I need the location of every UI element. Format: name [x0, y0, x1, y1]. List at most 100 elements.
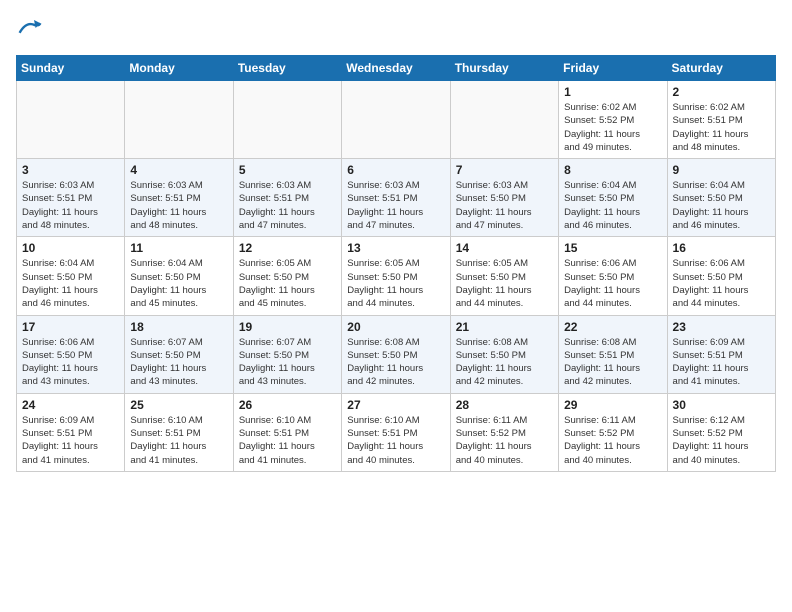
- calendar-cell-1-3: [233, 81, 341, 159]
- day-number: 11: [130, 241, 227, 255]
- calendar-cell-5-1: 24 Sunrise: 6:09 AM Sunset: 5:51 PM Dayli…: [17, 393, 125, 471]
- calendar-cell-4-2: 18 Sunrise: 6:07 AM Sunset: 5:50 PM Dayli…: [125, 315, 233, 393]
- day-number: 1: [564, 85, 661, 99]
- calendar-cell-5-7: 30 Sunrise: 6:12 AM Sunset: 5:52 PM Dayli…: [667, 393, 775, 471]
- calendar-cell-1-6: 1 Sunrise: 6:02 AM Sunset: 5:52 PM Daylig…: [559, 81, 667, 159]
- day-number: 24: [22, 398, 119, 412]
- day-number: 5: [239, 163, 336, 177]
- calendar-cell-1-5: [450, 81, 558, 159]
- day-info: Sunrise: 6:08 AM Sunset: 5:50 PM Dayligh…: [456, 336, 553, 389]
- day-number: 2: [673, 85, 770, 99]
- calendar-cell-2-5: 7 Sunrise: 6:03 AM Sunset: 5:50 PM Daylig…: [450, 159, 558, 237]
- day-info: Sunrise: 6:03 AM Sunset: 5:51 PM Dayligh…: [22, 179, 119, 232]
- calendar-cell-2-7: 9Sunrise: 6:04 AM Sunset: 5:50 PM Daylig…: [667, 159, 775, 237]
- day-info: Sunrise: 6:03 AM Sunset: 5:50 PM Dayligh…: [456, 179, 553, 232]
- weekday-header-wednesday: Wednesday: [342, 56, 450, 81]
- weekday-header-monday: Monday: [125, 56, 233, 81]
- day-number: 17: [22, 320, 119, 334]
- calendar-cell-1-4: [342, 81, 450, 159]
- day-info: Sunrise: 6:07 AM Sunset: 5:50 PM Dayligh…: [130, 336, 227, 389]
- calendar-table: SundayMondayTuesdayWednesdayThursdayFrid…: [16, 55, 776, 472]
- calendar-week-row-5: 24 Sunrise: 6:09 AM Sunset: 5:51 PM Dayli…: [17, 393, 776, 471]
- calendar-cell-5-5: 28Sunrise: 6:11 AM Sunset: 5:52 PM Dayli…: [450, 393, 558, 471]
- day-number: 29: [564, 398, 661, 412]
- day-number: 22: [564, 320, 661, 334]
- day-number: 7: [456, 163, 553, 177]
- day-number: 9: [673, 163, 770, 177]
- calendar-cell-3-4: 13 Sunrise: 6:05 AM Sunset: 5:50 PM Dayli…: [342, 237, 450, 315]
- weekday-header-sunday: Sunday: [17, 56, 125, 81]
- calendar-week-row-2: 3 Sunrise: 6:03 AM Sunset: 5:51 PM Daylig…: [17, 159, 776, 237]
- day-info: Sunrise: 6:11 AM Sunset: 5:52 PM Dayligh…: [564, 414, 661, 467]
- day-info: Sunrise: 6:09 AM Sunset: 5:51 PM Dayligh…: [22, 414, 119, 467]
- day-number: 10: [22, 241, 119, 255]
- day-info: Sunrise: 6:07 AM Sunset: 5:50 PM Dayligh…: [239, 336, 336, 389]
- day-number: 3: [22, 163, 119, 177]
- calendar-week-row-3: 10 Sunrise: 6:04 AM Sunset: 5:50 PM Dayli…: [17, 237, 776, 315]
- calendar-cell-5-6: 29 Sunrise: 6:11 AM Sunset: 5:52 PM Dayli…: [559, 393, 667, 471]
- calendar-week-row-4: 17 Sunrise: 6:06 AM Sunset: 5:50 PM Dayli…: [17, 315, 776, 393]
- calendar-cell-3-7: 16 Sunrise: 6:06 AM Sunset: 5:50 PM Dayli…: [667, 237, 775, 315]
- day-number: 21: [456, 320, 553, 334]
- calendar-cell-3-6: 15 Sunrise: 6:06 AM Sunset: 5:50 PM Dayli…: [559, 237, 667, 315]
- calendar-cell-2-2: 4 Sunrise: 6:03 AM Sunset: 5:51 PM Daylig…: [125, 159, 233, 237]
- weekday-header-thursday: Thursday: [450, 56, 558, 81]
- day-number: 13: [347, 241, 444, 255]
- day-info: Sunrise: 6:02 AM Sunset: 5:51 PM Dayligh…: [673, 101, 770, 154]
- day-number: 19: [239, 320, 336, 334]
- calendar-cell-1-1: [17, 81, 125, 159]
- calendar-cell-5-2: 25 Sunrise: 6:10 AM Sunset: 5:51 PM Dayli…: [125, 393, 233, 471]
- day-number: 26: [239, 398, 336, 412]
- day-info: Sunrise: 6:03 AM Sunset: 5:51 PM Dayligh…: [130, 179, 227, 232]
- logo: [16, 16, 42, 45]
- day-number: 16: [673, 241, 770, 255]
- weekday-header-saturday: Saturday: [667, 56, 775, 81]
- day-number: 20: [347, 320, 444, 334]
- calendar-cell-4-6: 22 Sunrise: 6:08 AM Sunset: 5:51 PM Dayli…: [559, 315, 667, 393]
- header: [16, 16, 776, 45]
- calendar-cell-2-3: 5 Sunrise: 6:03 AM Sunset: 5:51 PM Daylig…: [233, 159, 341, 237]
- day-info: Sunrise: 6:06 AM Sunset: 5:50 PM Dayligh…: [22, 336, 119, 389]
- day-info: Sunrise: 6:08 AM Sunset: 5:51 PM Dayligh…: [564, 336, 661, 389]
- day-info: Sunrise: 6:06 AM Sunset: 5:50 PM Dayligh…: [673, 257, 770, 310]
- calendar-cell-5-4: 27Sunrise: 6:10 AM Sunset: 5:51 PM Dayli…: [342, 393, 450, 471]
- calendar-cell-3-1: 10 Sunrise: 6:04 AM Sunset: 5:50 PM Dayli…: [17, 237, 125, 315]
- calendar-cell-4-7: 23Sunrise: 6:09 AM Sunset: 5:51 PM Dayli…: [667, 315, 775, 393]
- calendar-cell-2-4: 6Sunrise: 6:03 AM Sunset: 5:51 PM Daylig…: [342, 159, 450, 237]
- day-number: 18: [130, 320, 227, 334]
- day-number: 27: [347, 398, 444, 412]
- day-info: Sunrise: 6:10 AM Sunset: 5:51 PM Dayligh…: [239, 414, 336, 467]
- day-info: Sunrise: 6:03 AM Sunset: 5:51 PM Dayligh…: [239, 179, 336, 232]
- day-number: 15: [564, 241, 661, 255]
- day-info: Sunrise: 6:05 AM Sunset: 5:50 PM Dayligh…: [347, 257, 444, 310]
- weekday-header-tuesday: Tuesday: [233, 56, 341, 81]
- calendar-cell-4-4: 20Sunrise: 6:08 AM Sunset: 5:50 PM Dayli…: [342, 315, 450, 393]
- day-number: 6: [347, 163, 444, 177]
- weekday-header-row: SundayMondayTuesdayWednesdayThursdayFrid…: [17, 56, 776, 81]
- day-info: Sunrise: 6:05 AM Sunset: 5:50 PM Dayligh…: [239, 257, 336, 310]
- page: SundayMondayTuesdayWednesdayThursdayFrid…: [0, 0, 792, 612]
- day-info: Sunrise: 6:06 AM Sunset: 5:50 PM Dayligh…: [564, 257, 661, 310]
- calendar-cell-4-5: 21 Sunrise: 6:08 AM Sunset: 5:50 PM Dayli…: [450, 315, 558, 393]
- calendar-cell-3-3: 12 Sunrise: 6:05 AM Sunset: 5:50 PM Dayli…: [233, 237, 341, 315]
- calendar-cell-2-6: 8Sunrise: 6:04 AM Sunset: 5:50 PM Daylig…: [559, 159, 667, 237]
- logo-icon: [18, 16, 42, 40]
- day-number: 4: [130, 163, 227, 177]
- day-info: Sunrise: 6:05 AM Sunset: 5:50 PM Dayligh…: [456, 257, 553, 310]
- day-info: Sunrise: 6:04 AM Sunset: 5:50 PM Dayligh…: [22, 257, 119, 310]
- day-number: 28: [456, 398, 553, 412]
- calendar-cell-4-3: 19 Sunrise: 6:07 AM Sunset: 5:50 PM Dayli…: [233, 315, 341, 393]
- day-number: 8: [564, 163, 661, 177]
- day-info: Sunrise: 6:12 AM Sunset: 5:52 PM Dayligh…: [673, 414, 770, 467]
- day-number: 25: [130, 398, 227, 412]
- calendar-cell-3-5: 14 Sunrise: 6:05 AM Sunset: 5:50 PM Dayli…: [450, 237, 558, 315]
- day-number: 14: [456, 241, 553, 255]
- calendar-cell-4-1: 17 Sunrise: 6:06 AM Sunset: 5:50 PM Dayli…: [17, 315, 125, 393]
- day-number: 30: [673, 398, 770, 412]
- day-info: Sunrise: 6:10 AM Sunset: 5:51 PM Dayligh…: [130, 414, 227, 467]
- calendar-week-row-1: 1 Sunrise: 6:02 AM Sunset: 5:52 PM Daylig…: [17, 81, 776, 159]
- calendar-cell-1-7: 2 Sunrise: 6:02 AM Sunset: 5:51 PM Daylig…: [667, 81, 775, 159]
- day-number: 12: [239, 241, 336, 255]
- calendar-cell-2-1: 3 Sunrise: 6:03 AM Sunset: 5:51 PM Daylig…: [17, 159, 125, 237]
- day-info: Sunrise: 6:02 AM Sunset: 5:52 PM Dayligh…: [564, 101, 661, 154]
